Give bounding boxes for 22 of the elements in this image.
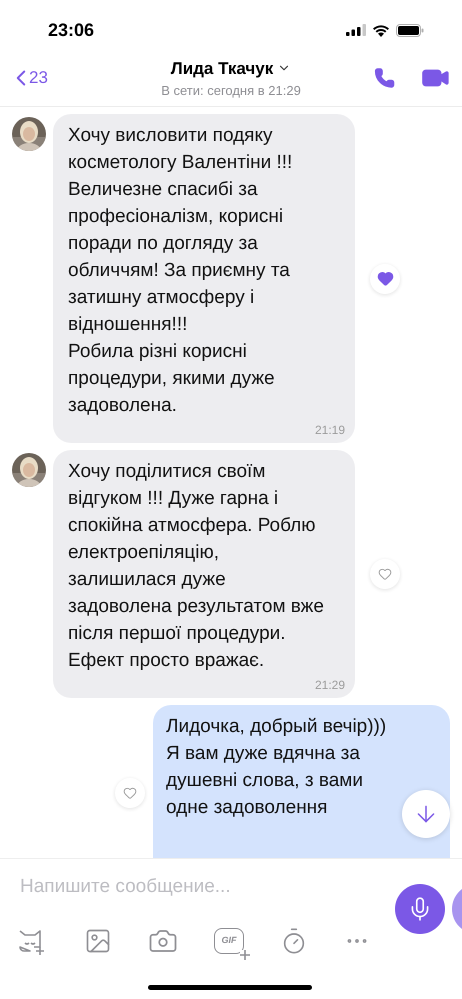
heart-icon	[123, 786, 137, 800]
status-time: 23:06	[48, 18, 94, 42]
contact-status: В сети: сегодня в 21:29	[161, 82, 301, 100]
message-time: 21:29	[314, 677, 345, 694]
wifi-icon	[372, 24, 390, 36]
battery-icon	[396, 24, 424, 36]
message-text: Хочу висловити подяку косметологу Валентіни !!! Величезне спасибі за професіоналізм, корисні поради по догляду за обличчям! За приємну та затишну атмосферу і відношення!!! Робила різні корисні процедури, якими дуже задоволена.	[68, 124, 294, 418]
mic-button[interactable]	[395, 884, 445, 934]
signal-icon	[346, 24, 366, 36]
message-text: Хочу поділитися своїм відгуком !!! Дуже гарна і спокійна атмосфера. Роблю електроепіляцію, залишилася дуже задоволена результатом вже після першої процедури. Ефект просто вражає.	[68, 460, 325, 673]
message-text: Лидочка, добрый вечір))) Я вам дуже вдячна за душевні слова, з вами одне задоволення	[166, 715, 388, 820]
contact-name[interactable]: Лида Ткачук	[170, 56, 274, 81]
heart-reaction[interactable]	[115, 778, 145, 808]
back-button[interactable]: 23	[8, 65, 88, 91]
heart-icon	[376, 270, 394, 287]
message-time: 21:19	[314, 422, 345, 439]
heart-reaction[interactable]	[370, 264, 400, 294]
heart-icon	[378, 567, 392, 581]
image-icon[interactable]	[84, 926, 112, 954]
heart-reaction[interactable]	[370, 559, 400, 589]
phone-icon[interactable]	[374, 67, 396, 89]
message-input[interactable]: Напишите сообщение...	[20, 873, 360, 902]
